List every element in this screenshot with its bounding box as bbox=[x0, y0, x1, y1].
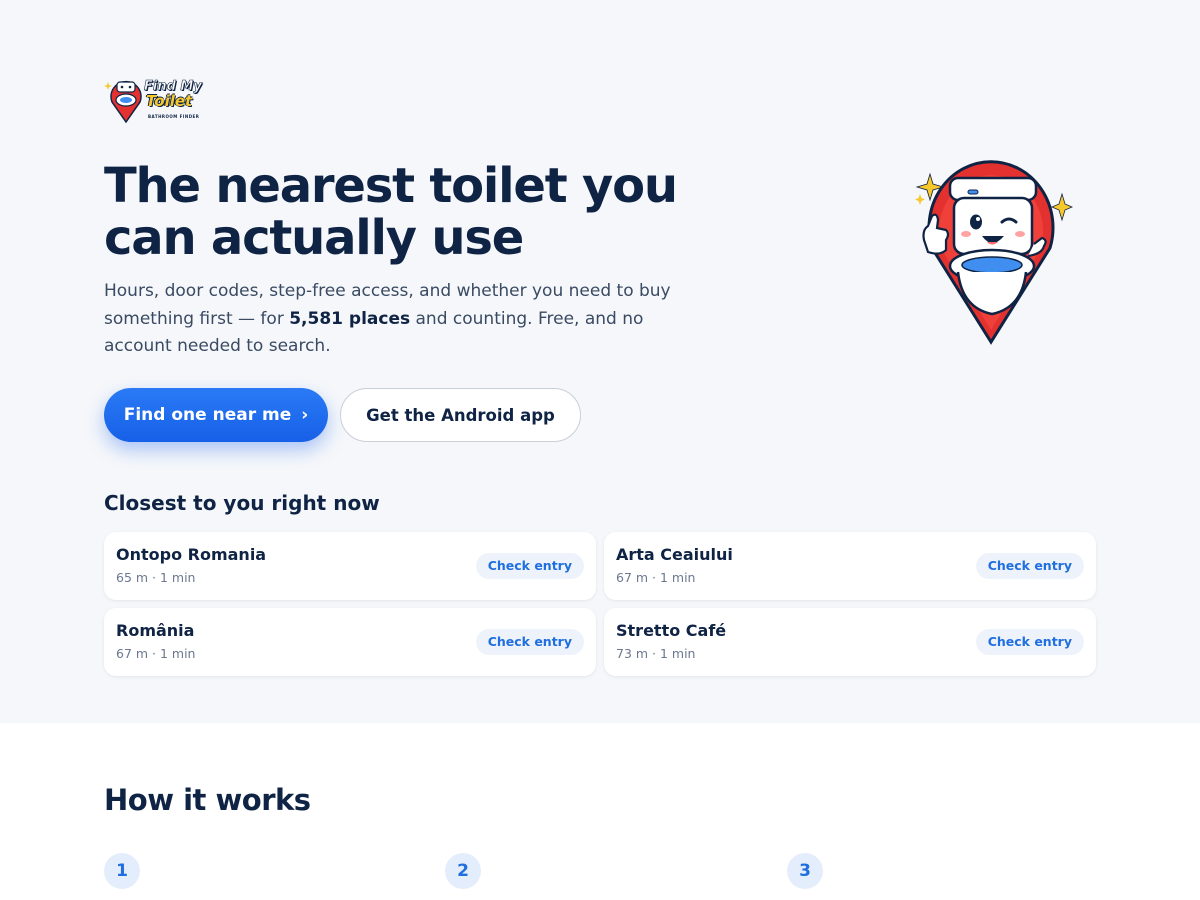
place-name: Arta Ceaiului bbox=[616, 545, 733, 564]
toilet-mascot-icon bbox=[915, 160, 1074, 345]
android-app-label: Get the Android app bbox=[366, 405, 555, 425]
logo-tagline: BATHROOM FINDER bbox=[148, 114, 200, 119]
place-distance: 73 m · 1 min bbox=[616, 646, 696, 661]
check-entry-badge[interactable]: Check entry bbox=[475, 629, 584, 655]
place-name: Stretto Café bbox=[616, 621, 727, 640]
find-near-me-label: Find one near me bbox=[123, 405, 292, 425]
place-distance: 67 m · 1 min bbox=[616, 570, 696, 585]
place-card[interactable]: Arta Ceaiului 67 m · 1 min Check entry bbox=[604, 532, 1096, 600]
check-entry-badge[interactable]: Check entry bbox=[975, 553, 1084, 579]
logo-mascot-icon bbox=[104, 80, 142, 124]
place-card[interactable]: România 67 m · 1 min Check entry bbox=[104, 608, 596, 676]
place-name: Ontopo Romania bbox=[116, 545, 267, 564]
android-app-button[interactable]: Get the Android app bbox=[340, 388, 581, 442]
closest-section-title: Closest to you right now bbox=[104, 491, 380, 515]
hero-section: Find My Toilet BATHROOM FINDER The neare… bbox=[0, 0, 1200, 723]
chevron-right-icon: › bbox=[301, 405, 309, 425]
hero-description: Hours, door codes, step-free access, and… bbox=[104, 278, 704, 361]
logo-text: Find My Toilet bbox=[144, 79, 208, 110]
step-number-badge: 2 bbox=[445, 853, 481, 889]
place-distance: 65 m · 1 min bbox=[116, 570, 196, 585]
place-distance: 67 m · 1 min bbox=[116, 646, 196, 661]
place-name: România bbox=[116, 621, 195, 640]
place-card[interactable]: Stretto Café 73 m · 1 min Check entry bbox=[604, 608, 1096, 676]
how-it-works-title: How it works bbox=[104, 783, 311, 817]
check-entry-badge[interactable]: Check entry bbox=[975, 629, 1084, 655]
logo[interactable]: Find My Toilet BATHROOM FINDER bbox=[104, 76, 208, 124]
find-near-me-button[interactable]: Find one near me › bbox=[104, 388, 328, 442]
step-number-badge: 3 bbox=[787, 853, 823, 889]
check-entry-badge[interactable]: Check entry bbox=[475, 553, 584, 579]
hero-headline: The nearest toilet you can actually use bbox=[104, 158, 678, 266]
places-count: 5,581 places bbox=[289, 308, 411, 329]
logo-line2: Toilet bbox=[146, 92, 193, 110]
step-number-badge: 1 bbox=[104, 853, 140, 889]
place-card[interactable]: Ontopo Romania 65 m · 1 min Check entry bbox=[104, 532, 596, 600]
